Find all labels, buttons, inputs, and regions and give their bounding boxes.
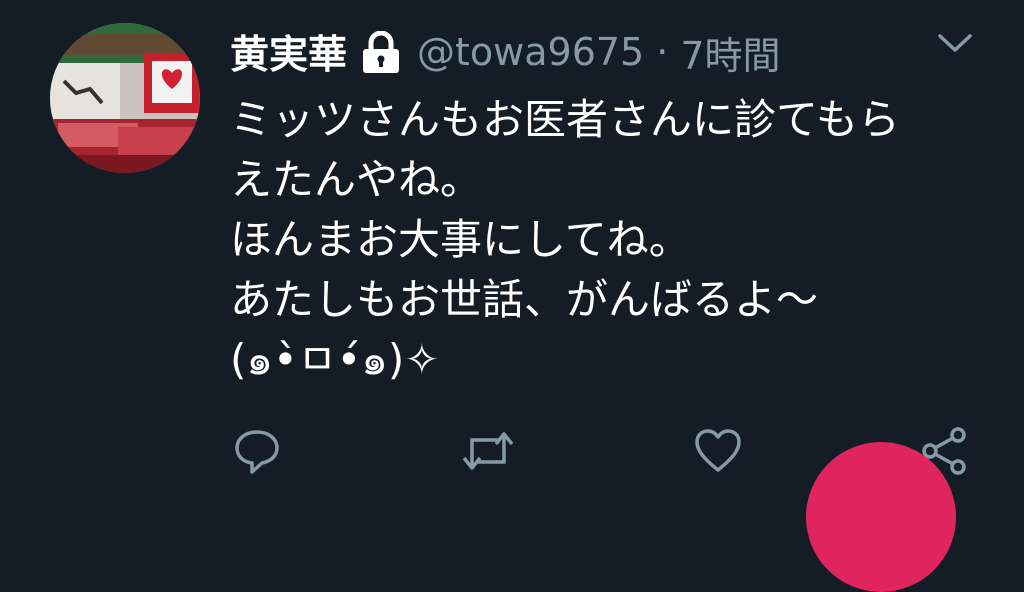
compose-fab[interactable] (806, 442, 956, 592)
header-separator: · (656, 30, 669, 74)
chevron-down-icon[interactable] (934, 28, 976, 58)
retweet-icon[interactable] (458, 426, 518, 476)
avatar[interactable] (50, 23, 200, 173)
display-name[interactable]: 黄実華 (230, 24, 347, 80)
lock-icon (361, 30, 401, 73)
tweet-text: ミッツさんもお医者さんに診てもら えたんやね。 ほんまお大事にしてね。 あたしも… (230, 90, 990, 390)
avatar-image (50, 23, 200, 173)
tweet-line: あたしもお世話、がんばるよ〜 (230, 275, 819, 324)
tweet-line: えたんやね。 (230, 155, 483, 204)
tweet-line: ほんまお大事にしてね。 (230, 215, 691, 264)
tweet-line: ミッツさんもお医者さんに診てもら (230, 95, 900, 144)
reply-icon[interactable] (232, 426, 282, 476)
tweet-header: 黄実華 @towa9675 · 7時間 (230, 22, 781, 82)
timestamp[interactable]: 7時間 (680, 25, 780, 80)
user-handle[interactable]: @towa9675 (417, 30, 644, 74)
tweet-line: (๑•̀ㅁ•́๑)✧ (230, 335, 440, 384)
heart-icon[interactable] (693, 426, 743, 476)
